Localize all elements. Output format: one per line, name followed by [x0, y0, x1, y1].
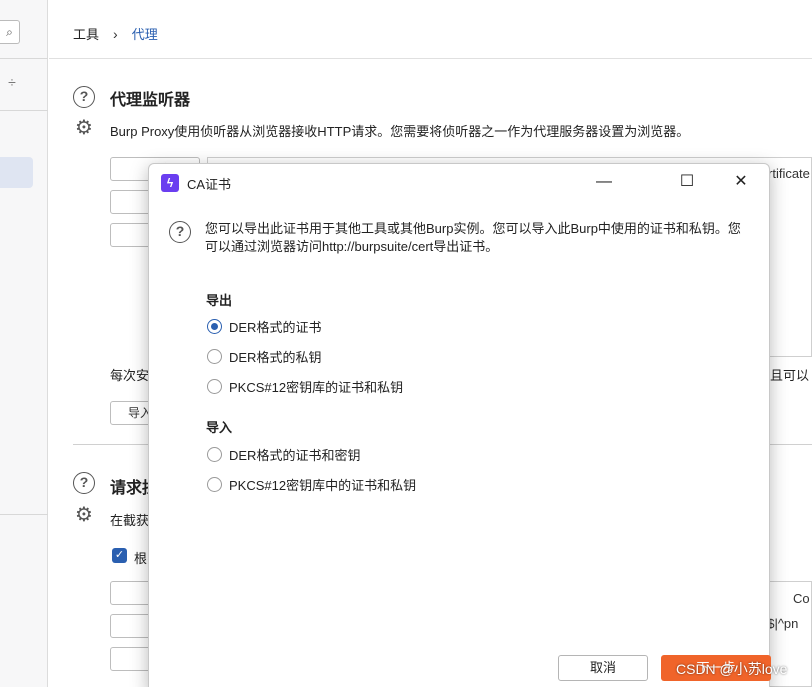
cancel-button[interactable]: 取消	[558, 655, 648, 681]
chevron-right-icon: ›	[113, 25, 118, 42]
sidebar-divider	[0, 514, 48, 515]
section-description: 在截获	[110, 513, 150, 528]
close-icon[interactable]: ✕	[726, 170, 756, 194]
checkbox-label: 根	[134, 551, 148, 566]
radio-button[interactable]	[207, 477, 222, 492]
radio-pkcs12-export[interactable]: PKCS#12密钥库的证书和私钥	[207, 377, 403, 396]
watermark: CSDN @小苏love	[676, 661, 788, 677]
section-description: Burp Proxy使用侦听器从浏览器接收HTTP请求。您需要将侦听器之一作为代…	[110, 124, 690, 139]
header-divider	[49, 58, 812, 59]
radio-label: PKCS#12密钥库中的证书和私钥	[229, 478, 417, 493]
radio-button[interactable]	[207, 319, 222, 334]
collapse-icon[interactable]: ÷	[4, 70, 20, 94]
help-icon[interactable]: ?	[73, 472, 95, 494]
sidebar-item-selected[interactable]	[0, 157, 33, 188]
export-group-label: 导出	[206, 293, 233, 308]
help-icon[interactable]: ?	[169, 221, 191, 243]
import-group-label: 导入	[206, 420, 233, 435]
breadcrumb-current[interactable]: 代理	[132, 24, 158, 43]
gear-icon[interactable]: ⚙	[73, 504, 95, 526]
dialog-message: 您可以导出此证书用于其他工具或其他Burp实例。您可以导入此Burp中使用的证书…	[205, 221, 741, 254]
radio-button[interactable]	[207, 379, 222, 394]
left-sidebar: ⌕ ÷	[0, 0, 48, 687]
burp-lightning-icon: ϟ	[161, 174, 179, 192]
section-title-proxy-listeners: 代理监听器	[110, 92, 191, 109]
table-header-cell: Co	[793, 591, 810, 606]
minimize-icon[interactable]: —	[589, 170, 619, 194]
radio-der-cert-and-key[interactable]: DER格式的证书和密钥	[207, 445, 360, 464]
table-header-cell: rtificate	[768, 166, 810, 181]
breadcrumb: 工具 › 代理	[73, 24, 158, 43]
breadcrumb-root[interactable]: 工具	[73, 24, 99, 43]
radio-button[interactable]	[207, 447, 222, 462]
help-icon[interactable]: ?	[73, 86, 95, 108]
radio-button[interactable]	[207, 349, 222, 364]
radio-pkcs12-import[interactable]: PKCS#12密钥库中的证书和私钥	[207, 475, 416, 494]
radio-label: DER格式的证书	[229, 320, 322, 335]
radio-label: DER格式的私钥	[229, 350, 322, 365]
ca-text-partial-right: 且可以	[770, 368, 810, 383]
maximize-icon[interactable]: ☐	[672, 170, 702, 194]
radio-der-certificate[interactable]: DER格式的证书	[207, 317, 321, 336]
search-icon[interactable]: ⌕	[0, 20, 20, 44]
ca-certificate-dialog: ϟ CA证书 — ☐ ✕ ? 您可以导出此证书用于其他工具或其他Burp实例。您…	[148, 163, 771, 687]
sidebar-divider	[0, 58, 48, 59]
dialog-titlebar: ϟ CA证书	[161, 173, 231, 193]
sidebar-divider	[0, 110, 48, 111]
gear-icon[interactable]: ⚙	[73, 117, 95, 139]
radio-label: DER格式的证书和密钥	[229, 448, 361, 463]
dialog-title: CA证书	[187, 176, 232, 192]
intercept-checkbox[interactable]: ✓	[112, 548, 127, 563]
ca-text-partial: 每次安	[110, 368, 150, 383]
radio-der-private-key[interactable]: DER格式的私钥	[207, 347, 321, 366]
radio-label: PKCS#12密钥库的证书和私钥	[229, 380, 404, 395]
